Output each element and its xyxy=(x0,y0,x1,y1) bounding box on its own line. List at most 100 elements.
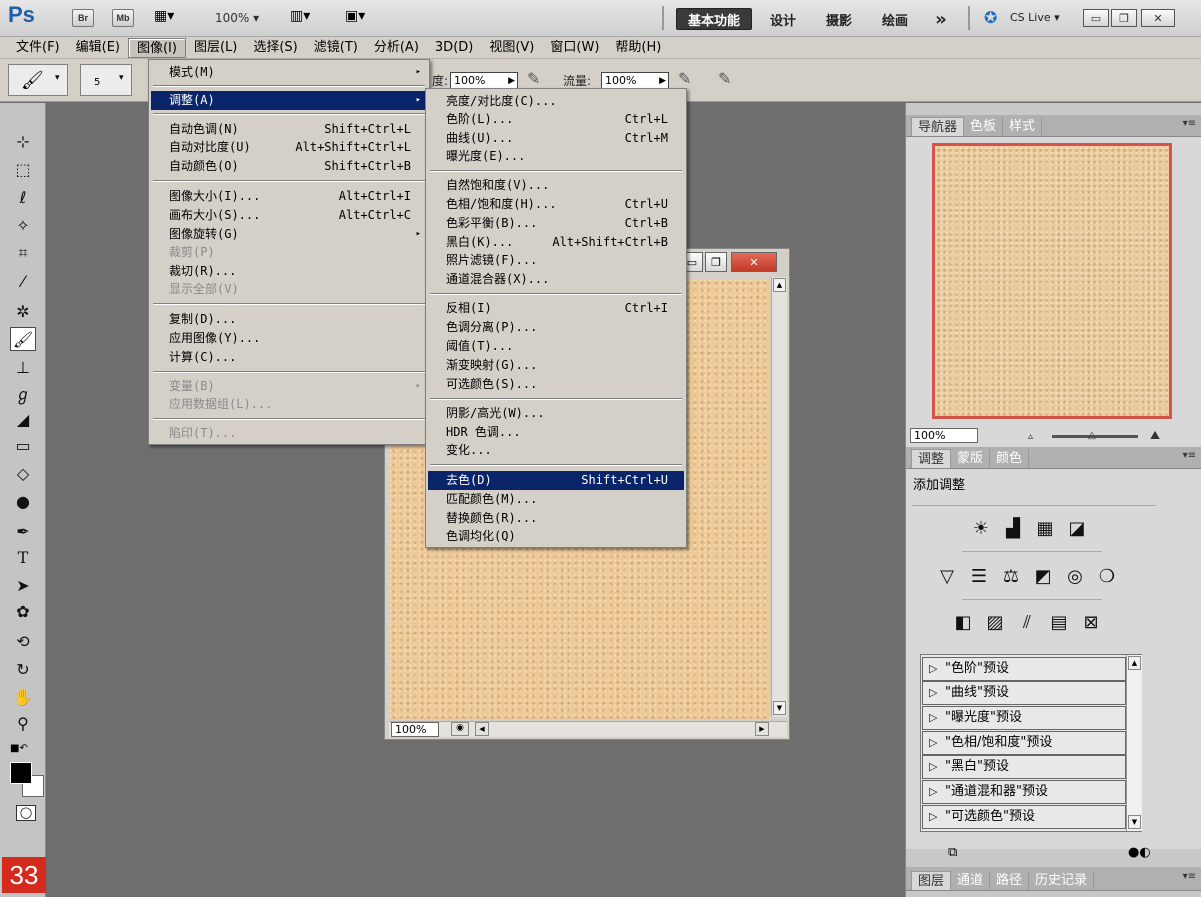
workspace-photography[interactable]: 摄影 xyxy=(816,8,862,30)
menu-filter[interactable]: 滤镜(T) xyxy=(306,38,366,58)
navigator-zoom-field[interactable]: 100% xyxy=(910,428,978,443)
type-tool-icon[interactable]: T xyxy=(8,545,38,569)
scroll-down-icon[interactable]: ▼ xyxy=(773,701,786,715)
menu-item-equalize[interactable]: 色调均化(Q) xyxy=(428,527,684,546)
preset-levels[interactable]: ▷ "色阶"预设 xyxy=(922,657,1126,681)
foreground-color-swatch[interactable] xyxy=(10,762,32,784)
status-info-icon[interactable]: ◉ xyxy=(451,722,469,736)
menu-item-auto-color[interactable]: 自动颜色(O) Shift+Ctrl+B xyxy=(151,157,427,176)
brightness-icon[interactable]: ☀ xyxy=(968,517,994,539)
preset-hue-saturation[interactable]: ▷ "色相/饱和度"预设 xyxy=(922,731,1126,755)
3d-orbit-tool-icon[interactable]: ↻ xyxy=(8,657,38,681)
scroll-right-icon[interactable]: ▶ xyxy=(755,722,769,736)
tab-navigator[interactable]: 导航器 xyxy=(911,117,965,136)
menu-help[interactable]: 帮助(H) xyxy=(607,38,669,58)
view-extras-icon[interactable]: ▦▾ xyxy=(154,8,174,24)
healing-brush-tool-icon[interactable]: ✲ xyxy=(8,299,38,323)
menu-item-variations[interactable]: 变化... xyxy=(428,441,684,460)
menu-item-duplicate[interactable]: 复制(D)... xyxy=(151,310,427,329)
path-selection-tool-icon[interactable]: ➤ xyxy=(8,573,38,597)
menu-file[interactable]: 文件(F) xyxy=(8,38,68,58)
restore-button[interactable]: ❐ xyxy=(1111,9,1137,27)
workspace-painting[interactable]: 绘画 xyxy=(872,8,918,30)
tab-masks[interactable]: 蒙版 xyxy=(951,449,991,468)
tab-adjustments[interactable]: 调整 xyxy=(911,449,952,468)
menu-item-image-size[interactable]: 图像大小(I)... Alt+Ctrl+I xyxy=(151,187,427,206)
menu-item-adjustments[interactable]: 调整(A) ▸ xyxy=(151,91,427,110)
menu-select[interactable]: 选择(S) xyxy=(245,38,305,58)
menu-item-selective-color[interactable]: 可选颜色(S)... xyxy=(428,375,684,394)
workspace-design[interactable]: 设计 xyxy=(760,8,806,30)
photo-filter-icon[interactable]: ◎ xyxy=(1062,565,1088,587)
history-brush-tool-icon[interactable]: ℊ xyxy=(8,381,38,405)
menu-item-auto-contrast[interactable]: 自动对比度(U) Alt+Shift+Ctrl+L xyxy=(151,138,427,157)
menu-item-curves[interactable]: 曲线(U)... Ctrl+M xyxy=(428,129,684,148)
panel-menu-icon[interactable]: ▾≡ xyxy=(1183,450,1196,461)
zoom-level-dropdown[interactable]: 100% ▾ xyxy=(215,11,259,25)
menu-item-image-rotation[interactable]: 图像旋转(G) ▸ xyxy=(151,225,427,244)
zoom-in-icon[interactable]: ⛰ xyxy=(1150,428,1160,443)
tab-color[interactable]: 颜色 xyxy=(990,449,1030,468)
panel-menu-icon[interactable]: ▾≡ xyxy=(1183,118,1196,129)
exposure-icon[interactable]: ◪ xyxy=(1064,517,1090,539)
preset-curves[interactable]: ▷ "曲线"预设 xyxy=(922,681,1126,705)
hue-saturation-icon[interactable]: ☰ xyxy=(966,565,992,587)
shape-tool-icon[interactable]: ✿ xyxy=(8,599,38,623)
scroll-up-icon[interactable]: ▲ xyxy=(1128,656,1141,670)
tab-channels[interactable]: 通道 xyxy=(951,871,991,890)
menu-item-posterize[interactable]: 色调分离(P)... xyxy=(428,318,684,337)
panel-menu-icon[interactable]: ▾≡ xyxy=(1183,871,1196,882)
slider-thumb-icon[interactable]: △ xyxy=(1088,430,1096,441)
pen-tool-icon[interactable]: ✒ xyxy=(8,519,38,543)
preset-exposure[interactable]: ▷ "曝光度"预设 xyxy=(922,706,1126,730)
menu-item-color-balance[interactable]: 色彩平衡(B)... Ctrl+B xyxy=(428,214,684,233)
menu-view[interactable]: 视图(V) xyxy=(481,38,542,58)
scroll-up-icon[interactable]: ▲ xyxy=(773,278,786,292)
menu-item-invert[interactable]: 反相(I) Ctrl+I xyxy=(428,299,684,318)
menu-layer[interactable]: 图层(L) xyxy=(186,38,245,58)
lasso-tool-icon[interactable]: ℓ xyxy=(8,185,38,209)
doc-restore-button[interactable]: ❐ xyxy=(705,252,727,272)
blur-tool-icon[interactable]: ◇ xyxy=(8,461,38,485)
tool-preset-picker[interactable]: 🖌 ▾ xyxy=(8,64,68,96)
selective-color-icon[interactable]: ⊠ xyxy=(1078,611,1104,633)
eyedropper-tool-icon[interactable]: ⁄ xyxy=(8,269,38,293)
airbrush-icon[interactable]: ✎ xyxy=(678,69,691,88)
menu-item-channel-mixer[interactable]: 通道混合器(X)... xyxy=(428,270,684,289)
screen-mode-icon[interactable]: ▣▾ xyxy=(345,8,365,24)
tab-layers[interactable]: 图层 xyxy=(911,871,952,890)
menu-item-apply-image[interactable]: 应用图像(Y)... xyxy=(151,329,427,348)
menu-item-desaturate[interactable]: 去色(D) Shift+Ctrl+U xyxy=(428,471,684,490)
clip-to-layer-icon[interactable]: ⧉ xyxy=(948,845,957,860)
menu-analysis[interactable]: 分析(A) xyxy=(366,38,427,58)
dodge-tool-icon[interactable]: ● xyxy=(8,489,38,513)
menu-edit[interactable]: 编辑(E) xyxy=(68,38,128,58)
menu-item-mode[interactable]: 模式(M) ▸ xyxy=(151,63,427,82)
gradient-tool-icon[interactable]: ▭ xyxy=(8,433,38,457)
scroll-left-icon[interactable]: ◀ xyxy=(475,722,489,736)
menu-item-vibrance[interactable]: 自然饱和度(V)... xyxy=(428,176,684,195)
menu-item-exposure[interactable]: 曝光度(E)... xyxy=(428,147,684,166)
zoom-out-icon[interactable]: ▵ xyxy=(1028,431,1033,442)
preset-selective-color[interactable]: ▷ "可选颜色"预设 xyxy=(922,805,1126,829)
brush-tool-icon[interactable]: 🖌 xyxy=(10,327,36,351)
navigator-preview[interactable] xyxy=(932,143,1172,419)
menu-window[interactable]: 窗口(W) xyxy=(542,38,607,58)
menu-item-hue-saturation[interactable]: 色相/饱和度(H)... Ctrl+U xyxy=(428,195,684,214)
clone-stamp-tool-icon[interactable]: ⊥ xyxy=(8,355,38,379)
black-white-icon[interactable]: ◩ xyxy=(1030,565,1056,587)
menu-item-trim[interactable]: 裁切(R)... xyxy=(151,262,427,281)
hand-tool-icon[interactable]: ✋ xyxy=(8,685,38,709)
bridge-button[interactable]: Br xyxy=(72,9,94,27)
levels-icon[interactable]: ▟ xyxy=(1000,517,1026,539)
default-colors-icon[interactable]: ■↶ xyxy=(10,743,28,754)
menu-item-levels[interactable]: 色阶(L)... Ctrl+L xyxy=(428,110,684,129)
doc-close-button[interactable]: ✕ xyxy=(731,252,777,272)
mini-bridge-button[interactable]: Mb xyxy=(112,9,134,27)
menu-image[interactable]: 图像(I) xyxy=(127,37,186,58)
3d-rotate-tool-icon[interactable]: ⟲ xyxy=(8,629,38,653)
brush-size-picker[interactable]: 5 ▾ xyxy=(80,64,132,96)
tab-styles[interactable]: 样式 xyxy=(1003,117,1043,136)
quick-mask-icon[interactable]: ◯ xyxy=(16,805,36,821)
curves-icon[interactable]: ▦ xyxy=(1032,517,1058,539)
